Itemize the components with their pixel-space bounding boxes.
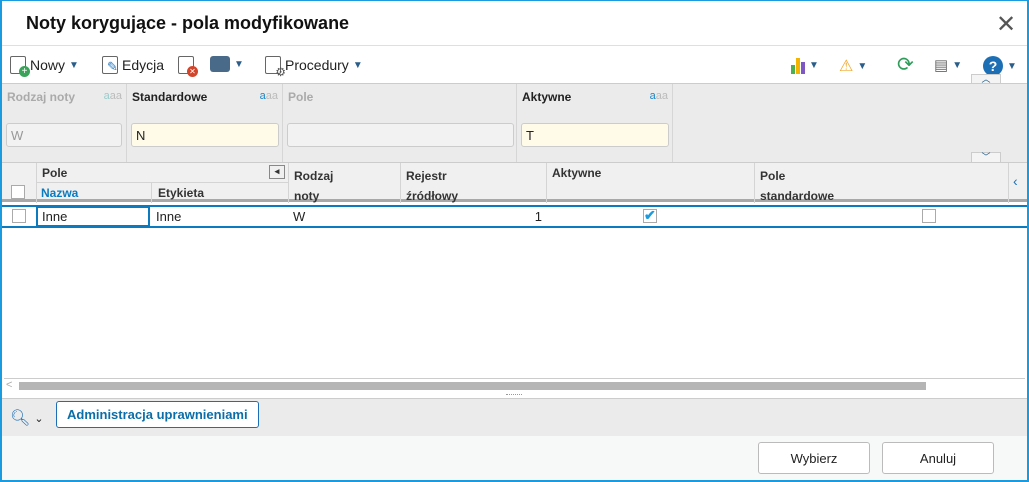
column-header-etykieta[interactable]: Etykieta <box>158 186 204 200</box>
filter-label: Rodzaj noty <box>7 90 75 104</box>
grid-header: Pole ◂ Nazwa Etykieta Rodzaj noty Rejestr… <box>2 162 1027 203</box>
cell-rejestr[interactable]: 1 <box>522 209 542 224</box>
dialog-title: Noty korygujące - pola modyfikowane <box>26 13 350 33</box>
scrollbar-thumb[interactable] <box>19 382 926 390</box>
filter-input[interactable]: W <box>6 123 122 147</box>
edit-icon: ✎ <box>102 56 118 74</box>
column-chooser-icon[interactable]: ‹ <box>1013 173 1018 189</box>
chevron-down-icon[interactable]: ▼ <box>234 59 244 70</box>
filter-label: Standardowe <box>132 90 208 104</box>
filter-label: Aktywne <box>522 90 572 104</box>
column-header-nazwa[interactable]: Nazwa <box>41 186 78 200</box>
chevron-down-icon[interactable]: ▼ <box>809 60 819 71</box>
delete-button[interactable]: ✕ <box>178 56 198 77</box>
bottom-bar: 🔍︎ ⌄ Administracja uprawnieniami <box>2 398 1027 436</box>
procedures-gear-icon: ⚙ <box>265 56 286 79</box>
settings-warning-icon: ⚠ <box>839 58 854 75</box>
table-row[interactable]: Inne Inne W 1 ✔ <box>2 205 1027 228</box>
chevron-down-icon[interactable]: ▼ <box>69 60 79 71</box>
select-button[interactable]: Wybierz <box>758 442 870 474</box>
splitter-handle[interactable] <box>506 394 522 395</box>
new-document-icon: + <box>10 56 30 77</box>
toolbar: + Nowy ▼ ✎ Edycja ✕ ▼ ⚙ Procedury ▼ ▼ ⚠ ▼ ⟳ ▤ ▼… <box>2 45 1027 83</box>
chevron-down-icon[interactable]: ⌄ <box>34 412 43 425</box>
horizontal-scrollbar[interactable]: < <box>4 378 1025 392</box>
search-list-icon: 🔍︎ <box>10 410 31 427</box>
column-group-pole: Pole <box>42 166 68 180</box>
filter-pole: Pole <box>283 84 517 163</box>
column-header-rejestr[interactable]: Rejestr źródłowy <box>406 166 458 206</box>
edit-button[interactable]: ✎ Edycja <box>102 56 164 74</box>
procedures-button[interactable]: ⚙ Procedury ▼ <box>265 56 363 79</box>
layout-settings-icon: ▤ <box>934 57 949 74</box>
delete-icon: ✕ <box>178 56 198 77</box>
settings-warning-button[interactable]: ⚠ ▼ <box>839 56 867 76</box>
filter-input[interactable] <box>287 123 514 147</box>
cell-nazwa[interactable]: Inne <box>36 206 150 227</box>
new-label: Nowy <box>30 57 66 73</box>
cell-rodzaj[interactable]: W <box>293 209 305 224</box>
filter-standardowe: Standardowe aaa N <box>127 84 283 163</box>
case-icon[interactable]: aaa <box>650 90 668 102</box>
search-view-button[interactable]: 🔍︎ ⌄ <box>10 408 44 428</box>
edit-label: Edycja <box>122 57 165 73</box>
help-icon: ? <box>983 56 1003 76</box>
column-header-pole-standardowe[interactable]: Pole standardowe <box>760 166 834 206</box>
admin-permissions-button[interactable]: Administracja uprawnieniami <box>56 401 259 428</box>
filter-label: Pole <box>288 90 314 104</box>
scroll-left-icon[interactable]: < <box>6 379 12 391</box>
procedures-label: Procedury <box>285 57 349 73</box>
filter-input[interactable]: N <box>131 123 279 147</box>
cell-aktywne-checkbox-checked[interactable]: ✔ <box>643 208 657 223</box>
chevron-down-icon[interactable]: ▼ <box>952 60 962 71</box>
chevron-down-icon[interactable]: ▼ <box>1007 61 1017 72</box>
case-icon[interactable]: aaa <box>260 90 278 102</box>
collapse-up-button[interactable]: ︿ <box>971 74 1001 84</box>
column-header-rodzaj-noty[interactable]: Rodzaj noty <box>294 166 333 206</box>
filter-aktywne: Aktywne aaa T <box>517 84 673 163</box>
printer-icon <box>210 56 230 72</box>
cell-etykieta[interactable]: Inne <box>156 209 181 224</box>
close-icon[interactable]: ✕ <box>996 10 1016 39</box>
refresh-icon[interactable]: ⟳ <box>897 52 914 77</box>
collapse-group-icon[interactable]: ◂ <box>269 165 285 179</box>
filter-rodzaj-noty: Rodzaj noty aaa W <box>2 84 127 163</box>
chevron-down-icon[interactable]: ▼ <box>857 61 867 72</box>
cancel-button[interactable]: Anuluj <box>882 442 994 474</box>
case-icon[interactable]: aaa <box>104 90 122 102</box>
row-checkbox[interactable] <box>12 209 26 223</box>
footer: Wybierz Anuluj <box>2 436 1027 480</box>
new-button[interactable]: + Nowy ▼ <box>10 56 79 77</box>
layout-button[interactable]: ▤ ▼ <box>934 56 962 74</box>
chevron-down-icon[interactable]: ▼ <box>353 60 363 71</box>
column-header-aktywne[interactable]: Aktywne <box>552 166 601 180</box>
chart-button[interactable]: ▼ <box>791 56 819 74</box>
print-button[interactable]: ▼ <box>210 56 244 72</box>
bar-chart-icon <box>791 56 805 74</box>
filter-input[interactable]: T <box>521 123 669 147</box>
cell-standardowe-checkbox[interactable] <box>922 209 936 223</box>
help-button[interactable]: ? ▼ <box>983 56 1017 76</box>
filter-panel: Rodzaj noty aaa W Standardowe aaa N Pole Akt… <box>2 74 1027 163</box>
select-all-checkbox[interactable] <box>11 185 25 199</box>
